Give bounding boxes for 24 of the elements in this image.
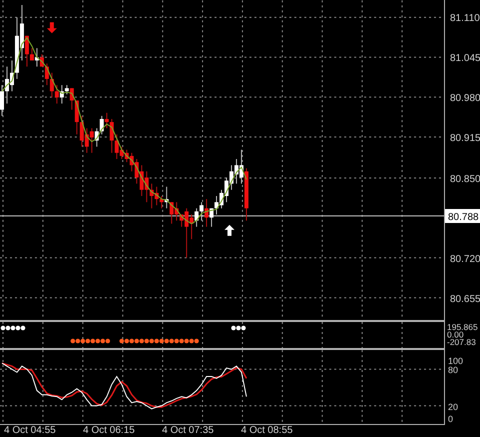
stochastic-axis-label: 0 (448, 414, 454, 424)
up-arrow-icon (224, 224, 234, 236)
indicator-axis-label: 195.865 (447, 322, 478, 332)
signal-dots-drawing (70, 338, 110, 344)
stochastic-axis-label: 80 (448, 365, 458, 376)
time-axis-label: 4 Oct 06:15 (83, 425, 136, 437)
signal-dots-drawing (231, 326, 246, 330)
stochastic-axis-label: 20 (448, 402, 458, 412)
stochastic-axis-label: 100 (448, 356, 464, 366)
price-axis-label: 80.850 (450, 174, 480, 185)
time-axis-label: 4 Oct 04:55 (4, 425, 57, 437)
price-axis-label: 80.655 (450, 294, 480, 305)
time-axis-label: 4 Oct 07:35 (162, 425, 215, 437)
current-price-label: 80.788 (445, 209, 480, 223)
price-axis-label: 80.915 (450, 133, 480, 144)
time-axis-label: 4 Oct 08:55 (241, 425, 294, 437)
down-arrow-icon (46, 22, 57, 34)
indicator-axis-label: -207.83 (447, 337, 476, 347)
indicator-axis-label: 0.00 (447, 330, 464, 340)
price-axis-label: 80.980 (450, 93, 480, 104)
price-axis-label: 80.720 (450, 254, 480, 265)
signal-dots-drawing (0, 326, 26, 330)
price-axis-label: 81.110 (450, 13, 480, 24)
price-axis-label: 81.045 (450, 53, 480, 64)
